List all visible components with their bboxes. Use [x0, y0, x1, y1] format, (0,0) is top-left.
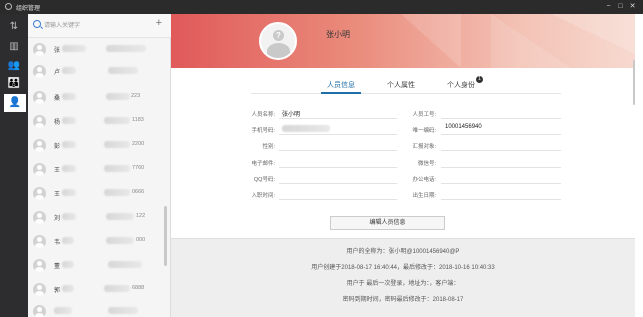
list-item[interactable]: 桑 223 — [28, 88, 164, 110]
search-input[interactable] — [44, 20, 144, 31]
avatar — [33, 91, 46, 104]
tab-personal-identity[interactable]: 个人身份 — [447, 80, 475, 90]
tab-personal-attributes[interactable]: 个人属性 — [387, 80, 415, 90]
profile-avatar[interactable]: ? — [259, 22, 297, 60]
field-label: QQ号码: — [253, 177, 275, 183]
contact-phone-tail: 7760 — [132, 165, 145, 171]
contact-name: 张 — [54, 48, 61, 54]
profile-banner: ? 张小明 — [171, 14, 635, 68]
list-item[interactable]: 彭 2200 — [28, 136, 164, 158]
contact-name: 卢 — [54, 70, 61, 76]
avatar — [33, 211, 46, 224]
avatar — [33, 187, 46, 200]
profile-name: 张小明 — [326, 30, 350, 39]
sort-icon[interactable]: ⇅ — [6, 20, 22, 34]
field-label: 汇报对象: — [412, 144, 436, 150]
field-label: 唯一编码: — [412, 128, 436, 134]
account-info-footer: 用户的全称为：张小明@10001456940@P 用户创建于2018-08-17… — [171, 238, 635, 317]
contact-phone-tail: 000 — [136, 237, 146, 243]
avatar — [33, 115, 46, 128]
avatar — [33, 139, 46, 152]
list-scrollbar[interactable] — [164, 206, 167, 266]
avatar — [33, 283, 46, 296]
contact-name: 王 — [54, 168, 61, 174]
org-icon[interactable]: 👪 — [6, 77, 22, 91]
avatar — [33, 235, 46, 248]
list-item[interactable]: 王 7760 — [28, 160, 164, 182]
window-title: 组织管理 — [16, 6, 41, 12]
contact-name: 桑 — [54, 96, 61, 102]
minimize-icon[interactable]: − — [604, 2, 613, 11]
search-bar: + — [28, 14, 171, 38]
active-tab-indicator — [321, 92, 361, 94]
contact-name: 董 — [54, 264, 61, 270]
list-item[interactable]: 董 — [28, 256, 164, 278]
contact-phone-tail: 2200 — [132, 141, 145, 147]
field-label: 手机号码: — [251, 128, 275, 134]
footer-line: 用户的全称为：张小明@10001456940@P — [346, 249, 460, 255]
field-label: 微信号: — [417, 161, 436, 167]
field-label: 人员工号: — [412, 112, 436, 118]
contact-phone-tail: 122 — [136, 213, 146, 219]
contact-name: 彭 — [54, 144, 61, 150]
avatar — [33, 305, 46, 317]
title-bar: 组织管理 − □ ✕ — [0, 0, 643, 14]
contact-name: 刘 — [54, 216, 61, 222]
footer-line: 用户创建于2018-08-17 16:40:44，最后修改于：2018-10-1… — [311, 265, 495, 271]
contact-phone-tail: 1183 — [132, 117, 144, 123]
app-icon — [5, 3, 12, 10]
unique-code-value: 10001456940 — [445, 124, 482, 130]
list-item[interactable]: 王 0666 — [28, 184, 164, 206]
profile-panel: ? 张小明 人员信息 个人属性 个人身份 1 人员名称: 张小明 手机号码: 性… — [171, 14, 635, 317]
list-item[interactable]: 卢 — [28, 62, 164, 84]
list-item[interactable]: 刘 122 — [28, 208, 164, 230]
contact-phone-tail: 223 — [131, 93, 141, 99]
avatar — [33, 65, 46, 78]
user-card-icon[interactable]: 👤 — [4, 94, 26, 112]
list-item[interactable]: 张 — [28, 40, 164, 62]
add-icon[interactable]: + — [156, 17, 162, 29]
list-item[interactable] — [28, 302, 164, 317]
footer-line: 用户于 最后一次登录，地址为：，客户端： — [346, 281, 460, 287]
contact-phone-tail: 0666 — [132, 189, 145, 195]
list-item[interactable]: 杨 1183 — [28, 112, 164, 134]
right-edge — [635, 14, 643, 317]
close-icon[interactable]: ✕ — [628, 2, 637, 11]
field-label: 电子邮件: — [251, 161, 275, 167]
field-label: 性别: — [262, 144, 275, 150]
group-icon[interactable]: 👥 — [6, 59, 22, 73]
profile-tabs: 人员信息 个人属性 个人身份 1 — [171, 76, 635, 94]
avatar — [33, 163, 46, 176]
search-icon — [33, 20, 41, 28]
field-label: 入职时间: — [251, 193, 275, 199]
contact-list-panel: + 张 卢 桑 223 杨 1183 彭 2200 王 7760 — [28, 14, 171, 317]
field-label: 办公电话: — [412, 177, 436, 183]
name-value: 张小明 — [282, 112, 301, 118]
contact-name: 杨 — [54, 120, 61, 126]
edit-profile-button[interactable]: 编辑人员信息 — [330, 216, 445, 230]
building-icon[interactable]: ▥ — [6, 40, 22, 54]
contact-name: 王 — [54, 192, 61, 198]
tab-personnel-info[interactable]: 人员信息 — [327, 80, 355, 90]
footer-line: 密码到期时间，密码最后修改于：2018-08-17 — [342, 297, 464, 303]
maximize-icon[interactable]: □ — [616, 2, 625, 11]
contact-name: 韦 — [54, 240, 61, 246]
contact-phone-tail: 6888 — [132, 285, 145, 291]
list-item[interactable]: 郭 6888 — [28, 280, 164, 302]
field-label: 出生日期: — [412, 193, 436, 199]
list-item[interactable]: 韦 000 — [28, 232, 164, 254]
left-nav-bar: ⇅ ▥ 👥 👪 👤 — [0, 14, 28, 317]
field-label: 人员名称: — [251, 112, 275, 118]
avatar — [33, 259, 46, 272]
main-scrollbar[interactable] — [633, 60, 635, 105]
contact-name: 郭 — [54, 288, 61, 294]
notification-badge: 1 — [476, 76, 483, 83]
avatar — [33, 43, 46, 56]
